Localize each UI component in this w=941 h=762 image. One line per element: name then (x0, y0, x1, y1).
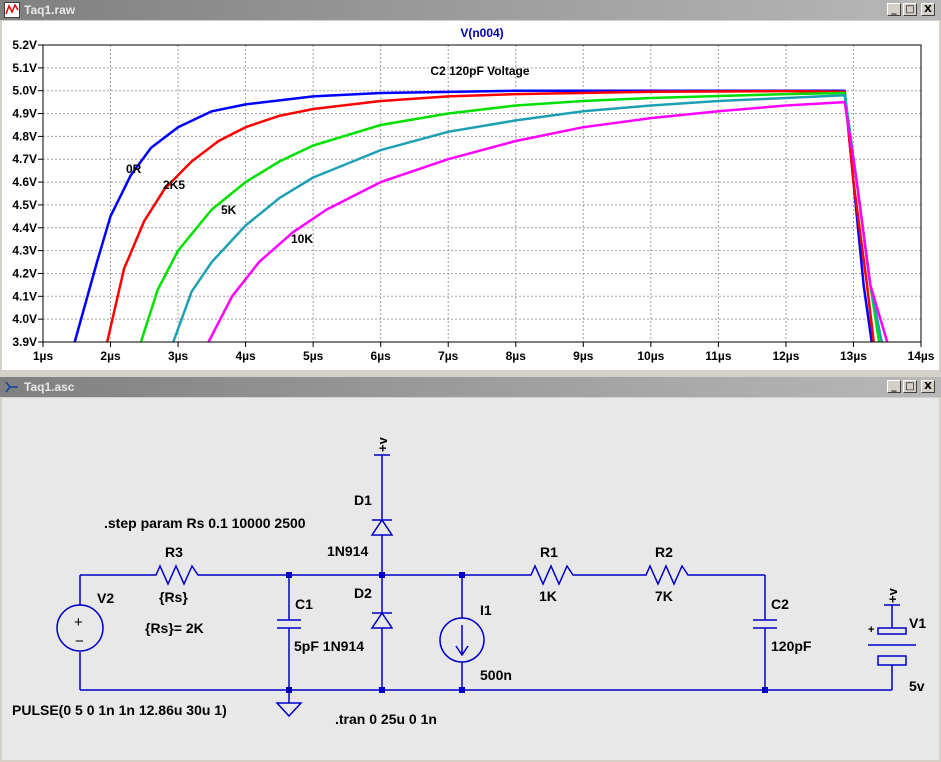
schematic-window-titlebar[interactable]: Taq1.asc _ □ X (0, 377, 941, 397)
x-tick-label: 14µs (908, 349, 935, 363)
ground-symbol[interactable] (275, 702, 303, 718)
waveform-icon (4, 2, 20, 18)
c2-value-label: 120pF (771, 638, 812, 654)
y-tick-label: 4.7V (12, 152, 37, 166)
battery-v1[interactable] (868, 604, 916, 666)
y-tick-label: 5.1V (12, 61, 37, 75)
d1-model-label: 1N914 (327, 543, 368, 559)
rs-comment[interactable]: {Rs}= 2K (145, 620, 204, 636)
y-tick-label: 4.5V (12, 198, 37, 212)
x-tick-label: 11µs (705, 349, 732, 363)
minimize-button[interactable]: _ (887, 380, 901, 393)
x-tick-label: 7µs (438, 349, 459, 363)
maximize-button[interactable]: □ (903, 380, 917, 393)
schematic-window: Taq1.asc _ □ X +v D1 .step param Rs 0.1 … (0, 377, 941, 762)
plot-pane[interactable]: 1µs 2µs 3µs 4µs 5µs 6µs 7µs 8µs 9µs 10µs 11µs 12µs 1… (2, 21, 939, 370)
x-tick-label: 9µs (573, 349, 594, 363)
schematic-pane[interactable]: +v D1 .step param Rs 0.1 10000 2500 1N91… (2, 398, 939, 760)
c2-label: C2 (771, 596, 789, 612)
c1-label: C1 (295, 596, 313, 612)
tran-directive[interactable]: .tran 0 25u 0 1n (335, 711, 437, 727)
v2-plus-sign: + (74, 614, 83, 631)
r2-value-label: 7K (655, 588, 673, 604)
v1-label: V1 (909, 615, 926, 631)
schematic-window-title: Taq1.asc (24, 380, 75, 394)
trace-label-0r: 0R (126, 162, 142, 176)
y-tick-label: 4.8V (12, 129, 37, 143)
i1-value-label: 500n (480, 667, 512, 683)
trace-label-5k: 5K (221, 203, 237, 217)
minimize-button[interactable]: _ (887, 3, 901, 16)
x-tick-label: 12µs (772, 349, 799, 363)
r1-value-label: 1K (539, 588, 557, 604)
plot-annotation: C2 120pF Voltage (430, 64, 529, 78)
y-tick-label: 5.2V (12, 38, 37, 52)
i1-label: I1 (480, 602, 492, 618)
close-button[interactable]: X (921, 380, 935, 393)
trace-line-10k (207, 100, 889, 343)
diode-d1[interactable] (370, 518, 394, 536)
y-tick-label: 4.2V (12, 266, 37, 280)
v2-minus-sign: − (75, 633, 84, 650)
maximize-button[interactable]: □ (903, 3, 917, 16)
schematic-canvas[interactable]: +v D1 .step param Rs 0.1 10000 2500 1N91… (2, 398, 939, 760)
plot-window-titlebar[interactable]: Taq1.raw _ □ X (0, 0, 941, 20)
close-button[interactable]: X (921, 3, 935, 16)
x-tick-label: 10µs (637, 349, 664, 363)
capacitor-c1[interactable] (277, 619, 301, 629)
plot-window: Taq1.raw _ □ X 1µs 2µs 3µs 4µs 5µs 6µs 7µs 8µs 9… (0, 0, 941, 372)
r3-label: R3 (165, 544, 183, 560)
x-tick-label: 8µs (506, 349, 527, 363)
trace-line-7k5 (172, 94, 884, 343)
wires (79, 455, 893, 703)
trace-name-label[interactable]: V(n004) (460, 26, 503, 40)
y-tick-label: 5.0V (12, 84, 37, 98)
x-tick-label: 1µs (33, 349, 54, 363)
trace-line-5k (139, 91, 881, 343)
c1-value-label: 5pF 1N914 (294, 638, 364, 654)
waveform-plot[interactable]: 1µs 2µs 3µs 4µs 5µs 6µs 7µs 8µs 9µs 10µs 11µs 12µs 1… (2, 21, 939, 370)
step-directive[interactable]: .step param Rs 0.1 10000 2500 (104, 515, 306, 531)
r3-value-label: {Rs} (159, 589, 188, 605)
resistor-r1[interactable] (527, 564, 577, 586)
v1-plus-sign: + (868, 624, 874, 636)
y-tick-label: 4.3V (12, 244, 37, 258)
pulse-spec[interactable]: PULSE(0 5 0 1n 1n 12.86u 30u 1) (12, 702, 227, 718)
plot-window-title: Taq1.raw (24, 3, 76, 17)
x-tick-label: 3µs (168, 349, 189, 363)
current-source-i1[interactable] (439, 617, 485, 663)
trace-label-10k: 10K (291, 232, 313, 246)
x-tick-label: 5µs (303, 349, 324, 363)
y-tick-label: 4.1V (12, 289, 37, 303)
resistor-r2[interactable] (642, 564, 692, 586)
r2-label: R2 (655, 544, 673, 560)
trace-label-2k5: 2K5 (163, 178, 185, 192)
x-tick-label: 6µs (371, 349, 392, 363)
supply-label-right: +v (885, 587, 900, 603)
x-tick-label: 13µs (840, 349, 867, 363)
v1-value-label: 5v (909, 678, 925, 694)
y-tick-label: 4.6V (12, 175, 37, 189)
y-tick-label: 4.9V (12, 107, 37, 121)
y-tick-label: 3.9V (12, 335, 37, 349)
resistor-r3[interactable] (152, 564, 202, 586)
y-tick-label: 4.4V (12, 221, 37, 235)
capacitor-c2[interactable] (753, 619, 777, 629)
supply-label-top: +v (375, 436, 390, 452)
r1-label: R1 (540, 544, 558, 560)
y-tick-label: 4.0V (12, 312, 37, 326)
diode-d2[interactable] (370, 611, 394, 629)
v2-label: V2 (97, 590, 114, 606)
x-tick-label: 2µs (100, 349, 121, 363)
d1-label: D1 (354, 492, 372, 508)
d2-label: D2 (354, 585, 372, 601)
x-tick-label: 4µs (235, 349, 256, 363)
schematic-icon (5, 381, 18, 393)
